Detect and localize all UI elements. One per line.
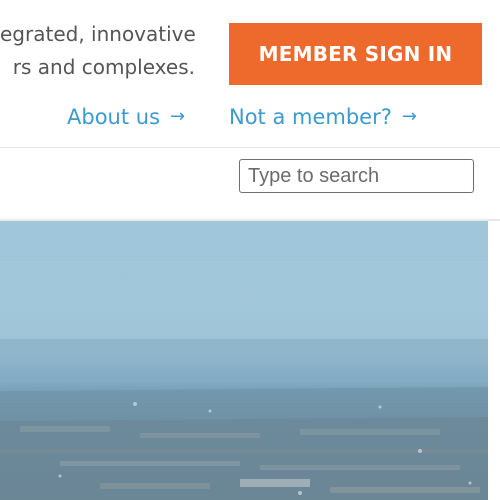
hero-landscape xyxy=(0,339,488,500)
arrow-right-icon: → xyxy=(170,106,186,127)
about-us-label: About us xyxy=(67,105,161,129)
page: egrated, innovative rs and complexes. ME… xyxy=(0,0,500,500)
member-sign-in-button[interactable]: MEMBER SIGN IN xyxy=(229,23,482,85)
not-a-member-label: Not a member? xyxy=(229,105,392,129)
hero-image xyxy=(0,221,488,500)
arrow-right-icon: → xyxy=(401,106,417,127)
about-us-link[interactable]: About us → xyxy=(67,103,185,131)
not-a-member-link[interactable]: Not a member? → xyxy=(229,103,417,131)
site-tagline: egrated, innovative rs and complexes. xyxy=(0,18,195,84)
tagline-line-2: rs and complexes. xyxy=(12,55,195,79)
tagline-line-1: egrated, innovative xyxy=(0,22,195,46)
header-divider xyxy=(0,147,500,148)
search-input[interactable] xyxy=(239,159,474,193)
right-gutter xyxy=(488,221,500,500)
